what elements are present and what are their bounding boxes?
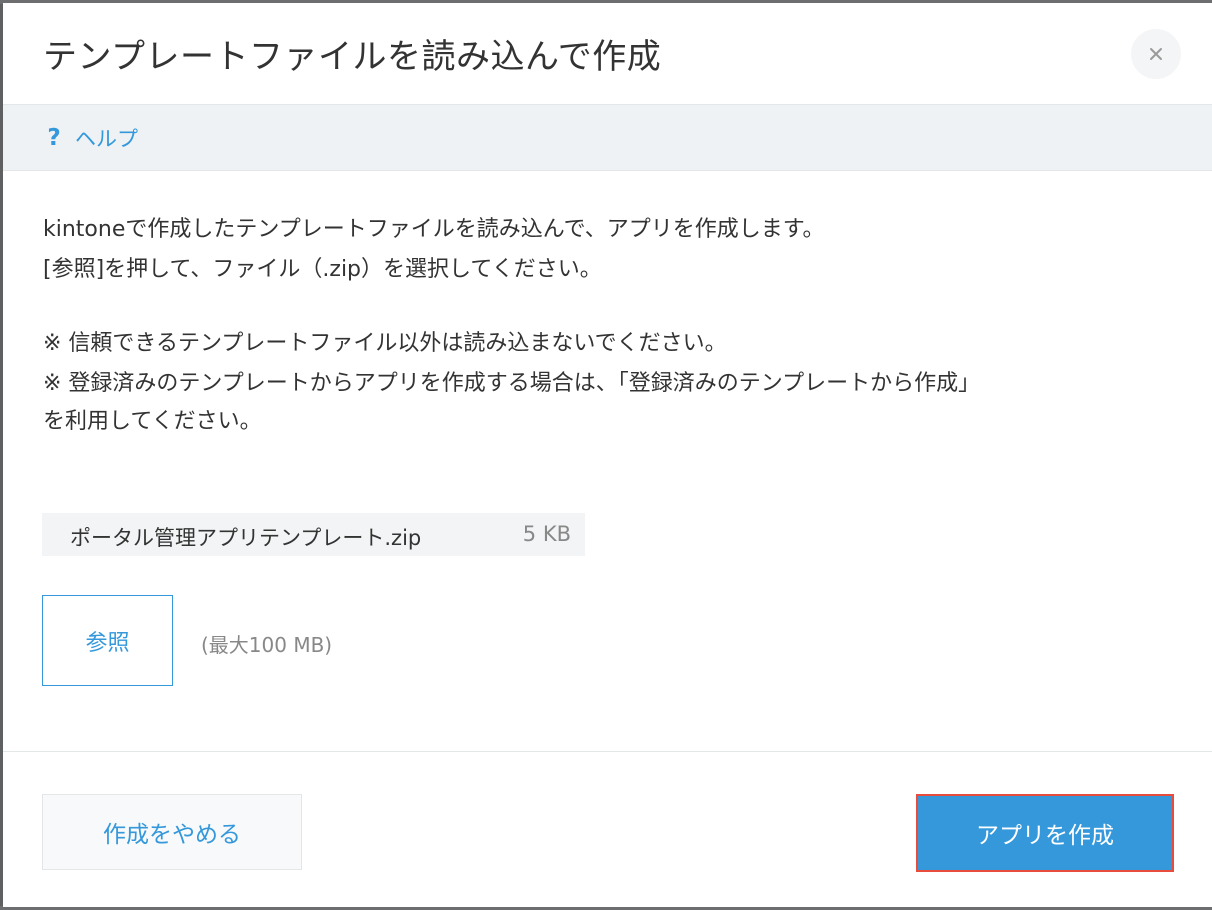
file-name: ポータル管理アプリテンプレート.zip bbox=[70, 526, 422, 550]
help-label: ヘルプ bbox=[75, 127, 138, 151]
description-line: kintoneで作成したテンプレートファイルを読み込んで、アプリを作成します。 bbox=[43, 217, 825, 242]
help-link[interactable]: ? ヘルプ bbox=[45, 123, 138, 153]
question-icon: ? bbox=[47, 125, 61, 151]
description-line: [参照]を押して、ファイル（.zip）を選択してください。 bbox=[43, 257, 602, 282]
dialog-footer: 作成をやめる アプリを作成 bbox=[3, 751, 1212, 907]
selected-file: ポータル管理アプリテンプレート.zip 5 KB bbox=[42, 513, 585, 556]
create-app-button[interactable]: アプリを作成 bbox=[920, 798, 1170, 868]
browse-button[interactable]: 参照 bbox=[42, 595, 173, 686]
cancel-button[interactable]: 作成をやめる bbox=[42, 794, 302, 870]
max-size-note: (最大100 MB) bbox=[201, 633, 333, 657]
close-button[interactable] bbox=[1131, 29, 1181, 79]
file-size: 5 KB bbox=[522, 522, 571, 546]
dialog-title: テンプレートファイルを読み込んで作成 bbox=[43, 37, 662, 77]
note-line: ※ 信頼できるテンプレートファイル以外は読み込まないでください。 bbox=[43, 331, 727, 356]
create-button-highlight: アプリを作成 bbox=[916, 794, 1174, 872]
help-bar: ? ヘルプ bbox=[3, 105, 1212, 171]
dialog-header: テンプレートファイルを読み込んで作成 bbox=[3, 3, 1212, 105]
note-line: ※ 登録済みのテンプレートからアプリを作成する場合は、「登録済みのテンプレートか… bbox=[43, 371, 981, 396]
close-icon bbox=[1150, 48, 1162, 60]
dialog-body: kintoneで作成したテンプレートファイルを読み込んで、アプリを作成します。 … bbox=[3, 171, 1212, 751]
note-line: を利用してください。 bbox=[43, 409, 262, 434]
template-import-dialog: テンプレートファイルを読み込んで作成 ? ヘルプ kintoneで作成したテンプ… bbox=[3, 3, 1212, 907]
